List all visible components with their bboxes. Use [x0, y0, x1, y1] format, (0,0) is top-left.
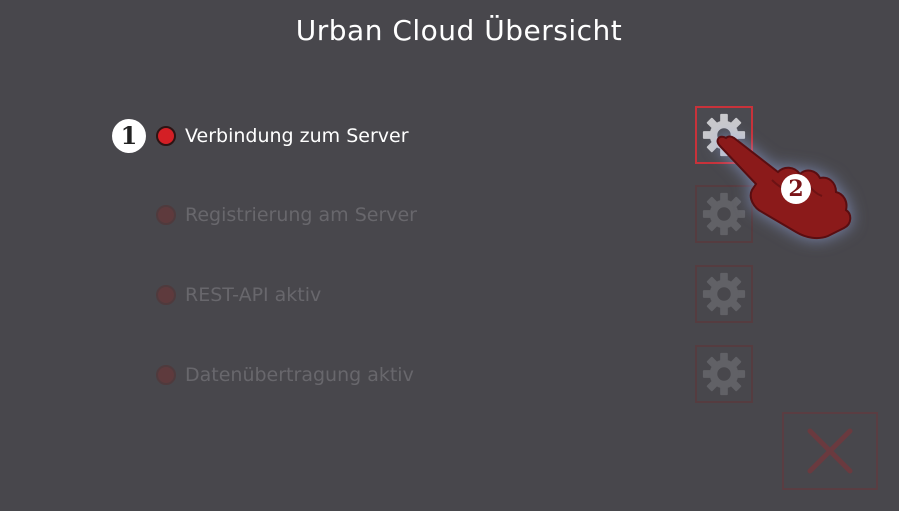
status-row-server-connection: Verbindung zum Server — [156, 121, 409, 151]
close-x-icon — [807, 428, 853, 474]
status-row-rest-api: REST-API aktiv — [156, 280, 321, 310]
status-indicator-icon — [156, 365, 176, 385]
status-row-server-registration: Registrierung am Server — [156, 200, 417, 230]
status-indicator-icon — [156, 285, 176, 305]
close-button[interactable] — [782, 412, 878, 490]
status-indicator-icon — [156, 126, 176, 146]
gear-icon — [702, 352, 746, 396]
gear-icon — [702, 272, 746, 316]
step-1-marker: 1 — [112, 119, 146, 153]
settings-button-data-transfer[interactable] — [695, 345, 753, 403]
step-2-marker: 2 — [781, 174, 811, 204]
status-indicator-icon — [156, 205, 176, 225]
settings-button-rest-api[interactable] — [695, 265, 753, 323]
status-row-data-transfer: Datenübertragung aktiv — [156, 360, 414, 390]
status-label: Verbindung zum Server — [185, 125, 409, 147]
status-label: REST-API aktiv — [185, 284, 322, 306]
status-label: Datenübertragung aktiv — [185, 364, 414, 386]
status-label: Registrierung am Server — [185, 204, 417, 226]
page-title: Urban Cloud Übersicht — [295, 14, 623, 47]
